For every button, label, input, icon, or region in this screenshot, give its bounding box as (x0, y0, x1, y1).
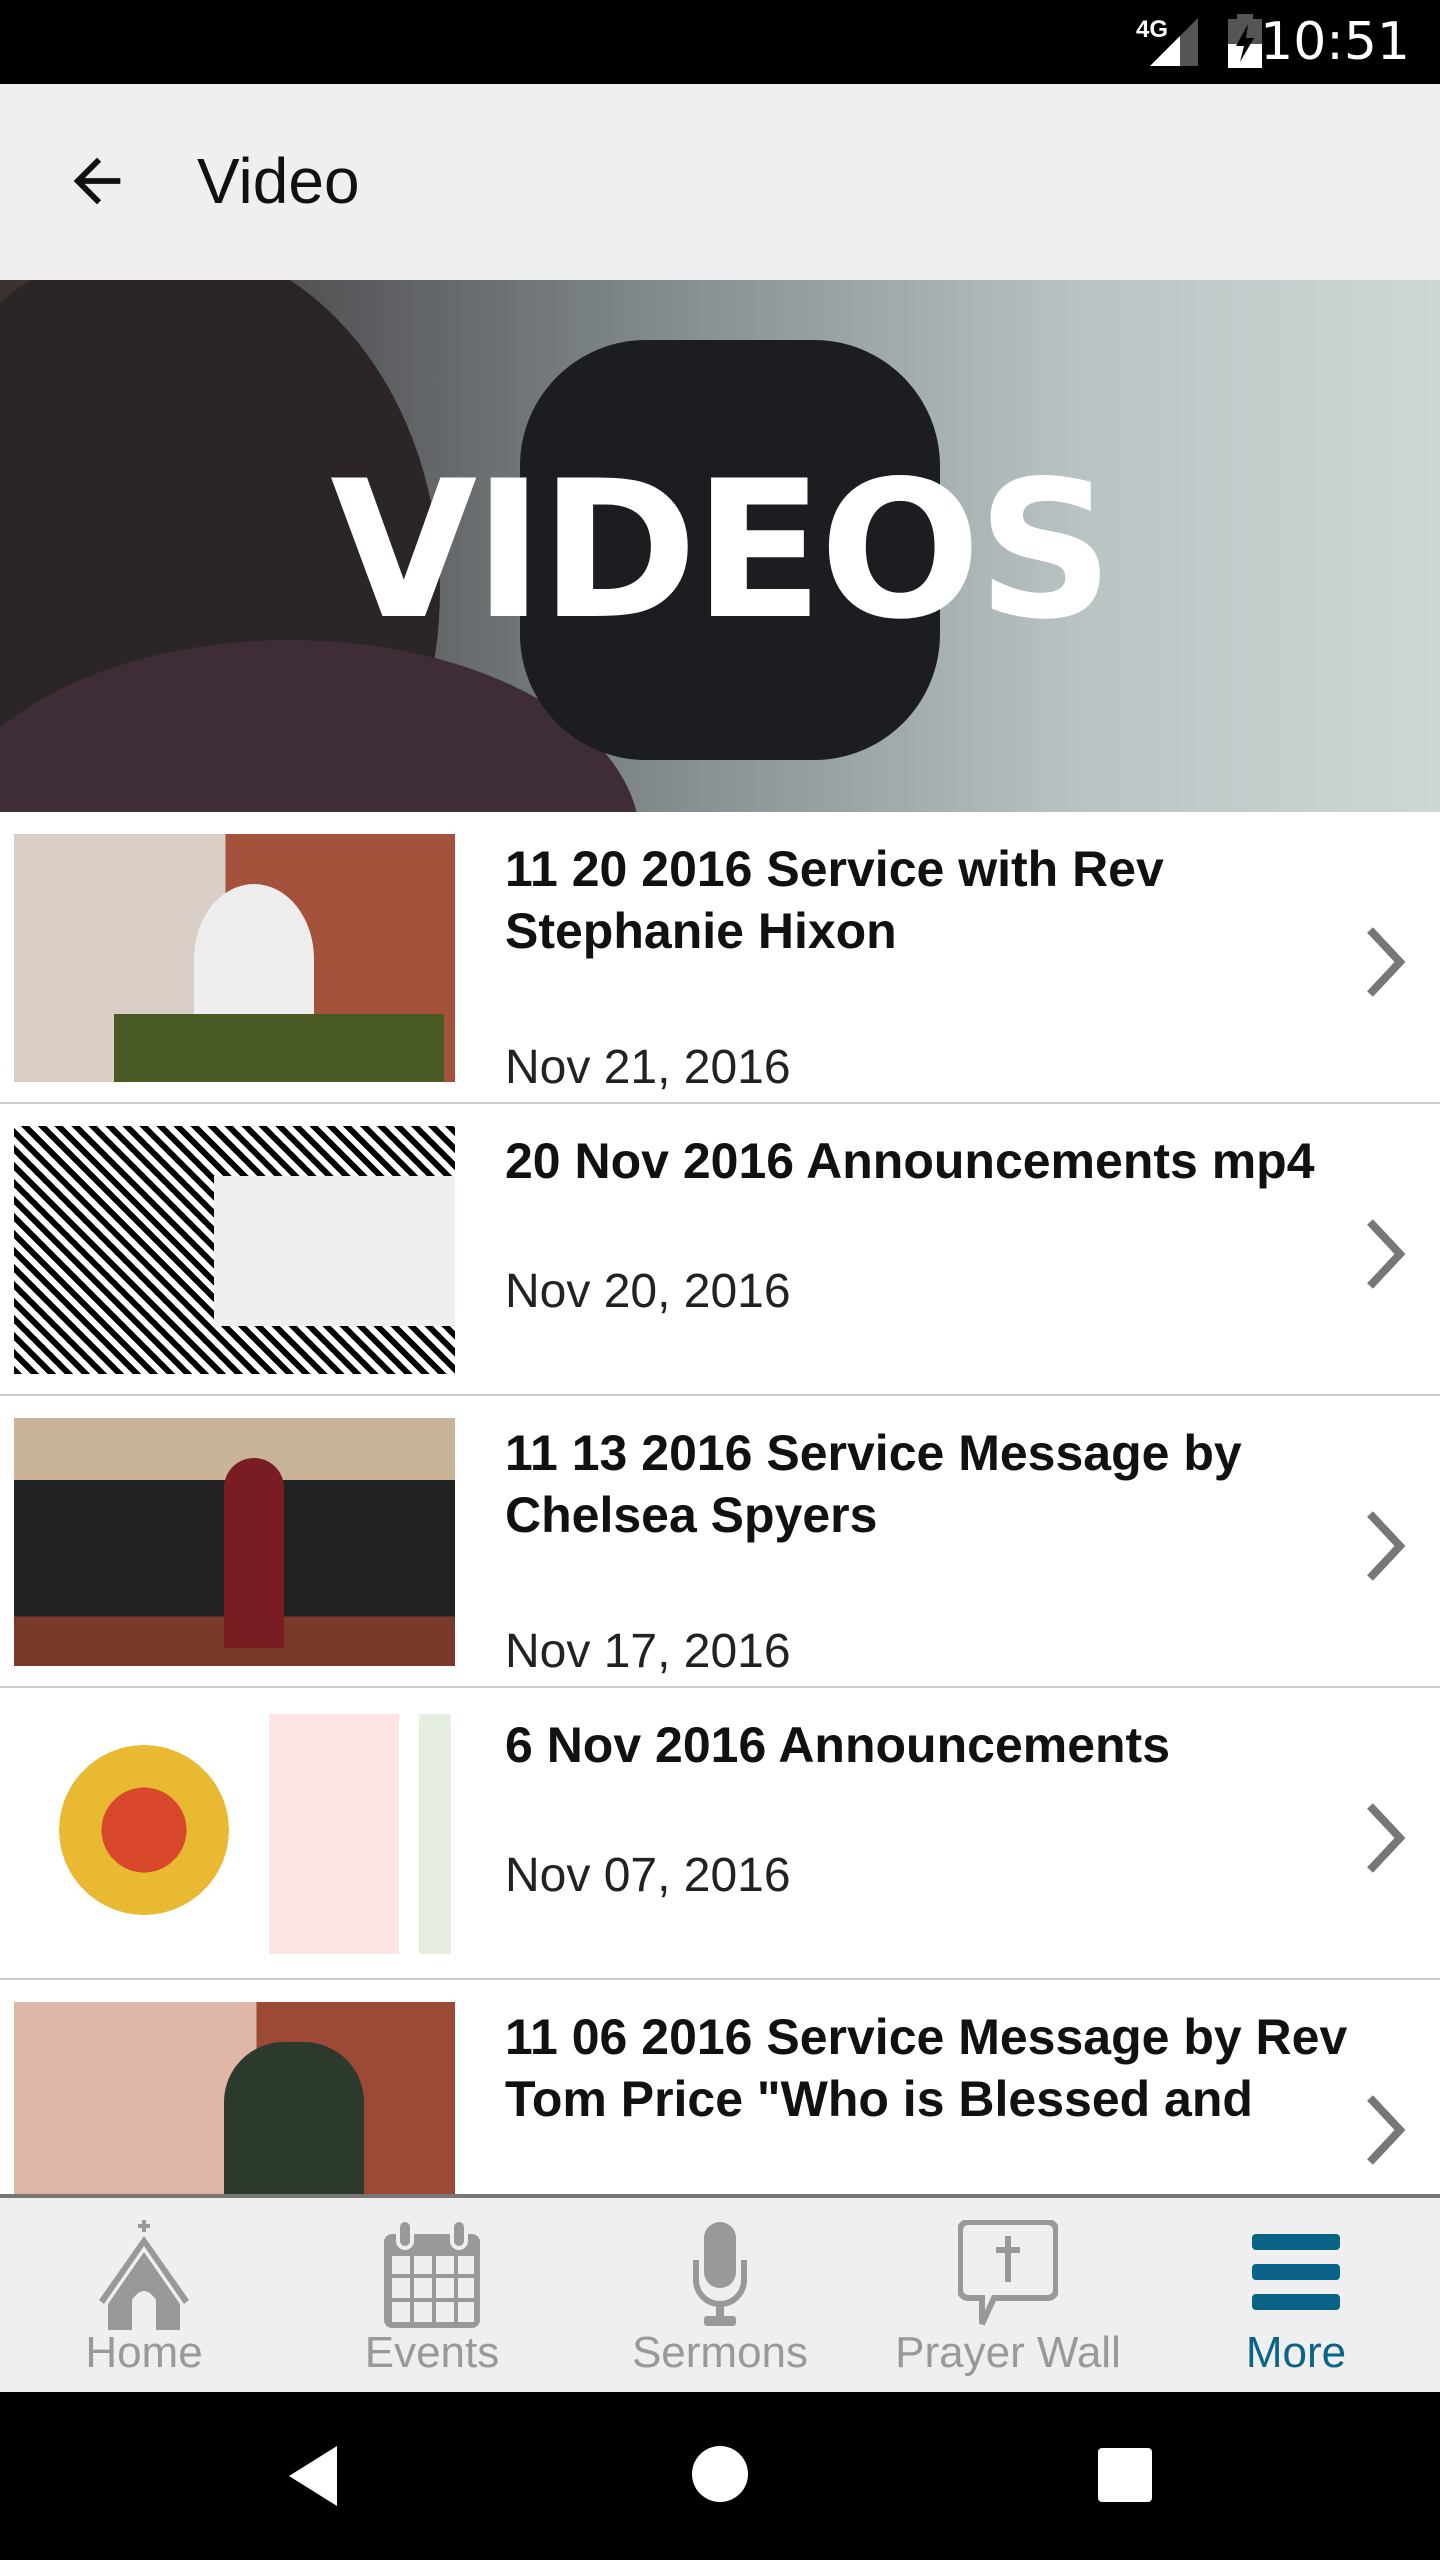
video-thumbnail (14, 834, 455, 1082)
system-nav-bar (0, 2392, 1440, 2560)
video-thumbnail (14, 1710, 455, 1958)
calendar-icon (384, 2220, 480, 2328)
tab-label: Prayer Wall (895, 2328, 1121, 2377)
chevron-right-icon (1367, 1219, 1406, 1289)
tab-label: Home (85, 2328, 203, 2377)
chevron-right-icon (1367, 927, 1406, 997)
back-triangle-icon[interactable] (285, 2444, 345, 2508)
video-list-item[interactable]: 6 Nov 2016 Announcements Nov 07, 2016 (0, 1688, 1440, 1980)
home-circle-icon[interactable] (690, 2444, 750, 2504)
tab-label: Sermons (631, 2328, 809, 2377)
chevron-right-icon (1367, 2095, 1406, 2165)
video-list-item[interactable]: 20 Nov 2016 Announcements mp4 Nov 20, 20… (0, 1104, 1440, 1396)
prayer-bubble-icon (958, 2220, 1058, 2326)
videos-banner: VIDEOS (0, 280, 1440, 812)
menu-icon (1252, 2234, 1340, 2310)
video-date: Nov 21, 2016 (505, 1041, 791, 1094)
video-title: 20 Nov 2016 Announcements mp4 (505, 1133, 1315, 1189)
video-title: 11 06 2016 Service Message by Rev Tom Pr… (505, 2009, 1348, 2127)
video-title: 6 Nov 2016 Announcements (505, 1717, 1171, 1773)
church-icon (99, 2220, 189, 2330)
recents-square-icon[interactable] (1098, 2448, 1152, 2502)
video-title: 11 20 2016 Service with Rev Stephanie Hi… (505, 841, 1164, 959)
video-thumbnail (14, 1126, 455, 1374)
tab-sermons[interactable]: Sermons (576, 2198, 864, 2396)
video-thumbnail (14, 1418, 455, 1666)
video-list-item[interactable]: 11 13 2016 Service Message by Chelsea Sp… (0, 1396, 1440, 1688)
bottom-nav: Home Events Sermons Prayer Wall More (0, 2194, 1440, 2392)
video-title: 11 13 2016 Service Message by Chelsea Sp… (505, 1425, 1242, 1543)
video-date: Nov 20, 2016 (505, 1265, 791, 1318)
video-date: Nov 07, 2016 (505, 1849, 791, 1902)
page-title: Video (197, 145, 360, 217)
signal-icon (1150, 18, 1198, 66)
app-bar: Video (0, 84, 1440, 280)
tab-more[interactable]: More (1152, 2198, 1440, 2396)
tab-label: More (1245, 2328, 1347, 2377)
tab-home[interactable]: Home (0, 2198, 288, 2396)
clock: 10:51 (1260, 12, 1410, 72)
back-arrow-icon[interactable] (62, 146, 132, 216)
tab-events[interactable]: Events (288, 2198, 576, 2396)
status-bar: 4G 10:51 (0, 0, 1440, 84)
chevron-right-icon (1367, 1511, 1406, 1581)
chevron-right-icon (1367, 1803, 1406, 1873)
video-date: Nov 17, 2016 (505, 1625, 791, 1678)
banner-text: VIDEOS (330, 440, 1114, 661)
tab-label: Events (364, 2328, 500, 2377)
battery-charging-icon (1228, 14, 1262, 68)
tab-prayer-wall[interactable]: Prayer Wall (864, 2198, 1152, 2396)
microphone-icon (693, 2222, 747, 2326)
video-list-item[interactable]: 11 20 2016 Service with Rev Stephanie Hi… (0, 812, 1440, 1104)
